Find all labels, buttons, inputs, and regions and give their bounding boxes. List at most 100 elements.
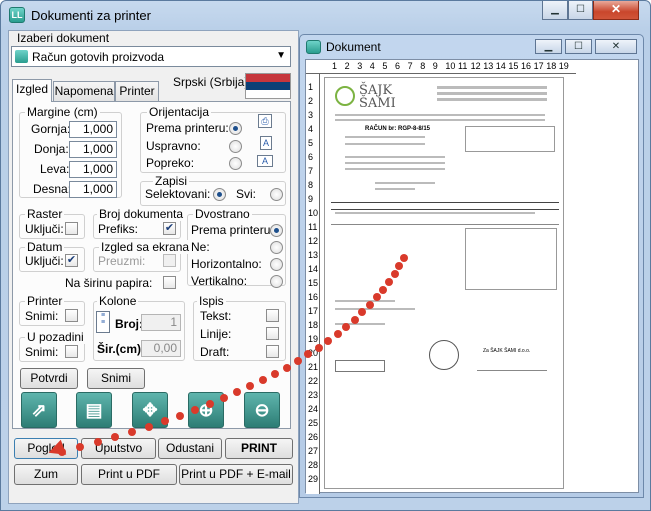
print-draft-label: Draft:: [200, 345, 230, 359]
arrow-dot: [379, 285, 388, 294]
ruler-tick-label: 7: [308, 166, 314, 176]
doc-maximize-button[interactable]: ☐: [565, 39, 592, 54]
margin-right-input[interactable]: 1,000: [69, 181, 117, 198]
duplex-printer-label: Prema printeru:: [191, 223, 274, 237]
columns-count-input[interactable]: 1: [141, 314, 181, 331]
printer-save-label: Snimi:: [25, 309, 59, 323]
tab-printer[interactable]: Printer: [115, 81, 159, 101]
invoice-heading: RAČUN br: RGP-8-8/15: [365, 126, 431, 132]
document-preview-area[interactable]: 1 2 3 4 5 6 7 8 9 10 11 12 13 14 15 16 17 18 19 1234567891…: [305, 59, 639, 494]
save-button[interactable]: Snimi: [87, 368, 145, 389]
margin-left-label: Leva:: [40, 162, 70, 176]
chevron-down-icon[interactable]: ▼: [276, 50, 286, 61]
doc-header-line: [437, 98, 547, 101]
totals-box: [465, 228, 557, 290]
serbia-flag-icon[interactable]: [245, 73, 291, 99]
zoom-out-icon[interactable]: ⊖: [244, 392, 280, 428]
top-ruler: 1 2 3 4 5 6 7 8 9 10 11 12 13 14 15 16 17 18 19: [306, 60, 576, 74]
note-line: [335, 308, 415, 310]
margin-left-input[interactable]: 1,000: [69, 161, 117, 178]
screen-layout-title: Izgled sa ekrana: [99, 240, 192, 254]
zoom-button[interactable]: Zum: [14, 464, 78, 485]
columns-page-icon: ≡ ≡: [96, 311, 110, 333]
cancel-button[interactable]: Odustani: [158, 438, 222, 459]
arrow-dot: [314, 343, 323, 352]
date-enable-checkbox[interactable]: ✔: [65, 254, 78, 267]
records-all-radio[interactable]: [270, 188, 283, 201]
background-save-checkbox[interactable]: [65, 345, 78, 358]
print-draft-checkbox[interactable]: [266, 345, 279, 358]
ruler-tick-label: 25: [308, 418, 319, 428]
arrow-dot: [372, 293, 381, 302]
close-button[interactable]: ✕: [593, 1, 639, 20]
orientation-printer-radio[interactable]: [229, 122, 242, 135]
paper-width-checkbox[interactable]: [163, 276, 176, 289]
arrow-dot: [385, 277, 394, 286]
margin-bottom-input[interactable]: 1,000: [69, 141, 117, 158]
ruler-tick-label: 5: [308, 138, 314, 148]
ruler-tick-label: 2: [344, 61, 350, 71]
manual-button[interactable]: Uputstvo: [81, 438, 156, 459]
duplex-horizontal-radio[interactable]: [270, 258, 283, 271]
ruler-tick-label: 14: [495, 61, 506, 71]
printer-group-title: Printer: [25, 294, 65, 308]
ruler-tick-label: 13: [308, 250, 319, 260]
tab-izgled[interactable]: Izgled: [12, 79, 52, 102]
ruler-tick-label: 17: [308, 306, 319, 316]
confirm-button[interactable]: Potvrdi: [20, 368, 78, 389]
orientation-landscape-radio[interactable]: [229, 157, 242, 170]
page-setup-icon[interactable]: ⇗: [21, 392, 57, 428]
orientation-portrait-label: Uspravno:: [146, 139, 201, 153]
print-pdf-email-button[interactable]: Print u PDF + E-mail: [179, 464, 293, 485]
tab-napomena[interactable]: Napomena: [53, 81, 115, 101]
doc-minimize-button[interactable]: ▁: [535, 39, 562, 54]
doc-number-prefix-checkbox[interactable]: ✔: [163, 222, 176, 235]
document-preview-window[interactable]: Dokument ▁ ☐ ✕ 1 2 3 4 5 6 7 8 9 10 11 12 13 14 15 16 17…: [299, 34, 644, 498]
ruler-tick-label: 4: [369, 61, 375, 71]
title-bar[interactable]: LL Dokumenti za printer ▁ ☐ ✕: [1, 1, 650, 29]
print-pdf-button[interactable]: Print u PDF: [81, 464, 177, 485]
ruler-tick-label: 11: [458, 61, 468, 71]
paper-width-label: Na širinu papira:: [65, 276, 153, 290]
doc-header-line: [335, 114, 545, 116]
print-button[interactable]: PRINT: [225, 438, 293, 459]
maximize-button[interactable]: ☐: [568, 1, 593, 20]
screen-layout-take-checkbox[interactable]: [163, 254, 176, 267]
duplex-no-radio[interactable]: [270, 241, 283, 254]
arrow-dot: [282, 363, 291, 372]
ruler-tick-label: 6: [395, 61, 401, 71]
print-text-checkbox[interactable]: [266, 309, 279, 322]
print-lines-checkbox[interactable]: [266, 327, 279, 340]
background-title: U pozadini: [25, 330, 86, 344]
duplex-vertical-radio[interactable]: [270, 275, 283, 288]
orientation-portrait-radio[interactable]: [229, 140, 242, 153]
document-select[interactable]: Račun gotovih proizvoda ▼: [11, 46, 291, 67]
doc-meta-line: [345, 156, 445, 158]
raster-title: Raster: [25, 207, 65, 221]
raster-enable-checkbox[interactable]: [65, 222, 78, 235]
raster-enable-label: Uključi:: [25, 222, 64, 236]
table-row-line: [335, 212, 535, 214]
records-selected-radio[interactable]: [213, 188, 226, 201]
duplex-printer-radio[interactable]: [270, 224, 283, 237]
margin-top-input[interactable]: 1,000: [69, 121, 117, 138]
arrow-dot: [400, 254, 408, 262]
signature-line: [477, 370, 547, 371]
ruler-tick-label: 9: [432, 61, 438, 71]
ruler-tick-label: 2: [308, 96, 314, 106]
document-icon[interactable]: ▤: [76, 392, 112, 428]
duplex-horizontal-label: Horizontalno:: [191, 257, 262, 271]
columns-width-input[interactable]: 0,00: [141, 340, 181, 357]
doc-meta-line: [345, 143, 425, 145]
signature-caption: Za ŠAJK ŠAMI d.o.o.: [483, 348, 531, 354]
document-window-title: Dokument: [326, 40, 381, 54]
printer-save-checkbox[interactable]: [65, 309, 78, 322]
ruler-tick-label: 17: [533, 61, 544, 71]
minimize-button[interactable]: ▁: [542, 1, 568, 20]
ruler-tick-label: 13: [483, 61, 494, 71]
orientation-landscape-label: Popreko:: [146, 156, 195, 170]
ruler-tick-label: 15: [508, 61, 519, 71]
arrow-dot: [270, 369, 279, 378]
doc-close-button[interactable]: ✕: [595, 39, 637, 54]
ruler-tick-label: 22: [308, 376, 319, 386]
